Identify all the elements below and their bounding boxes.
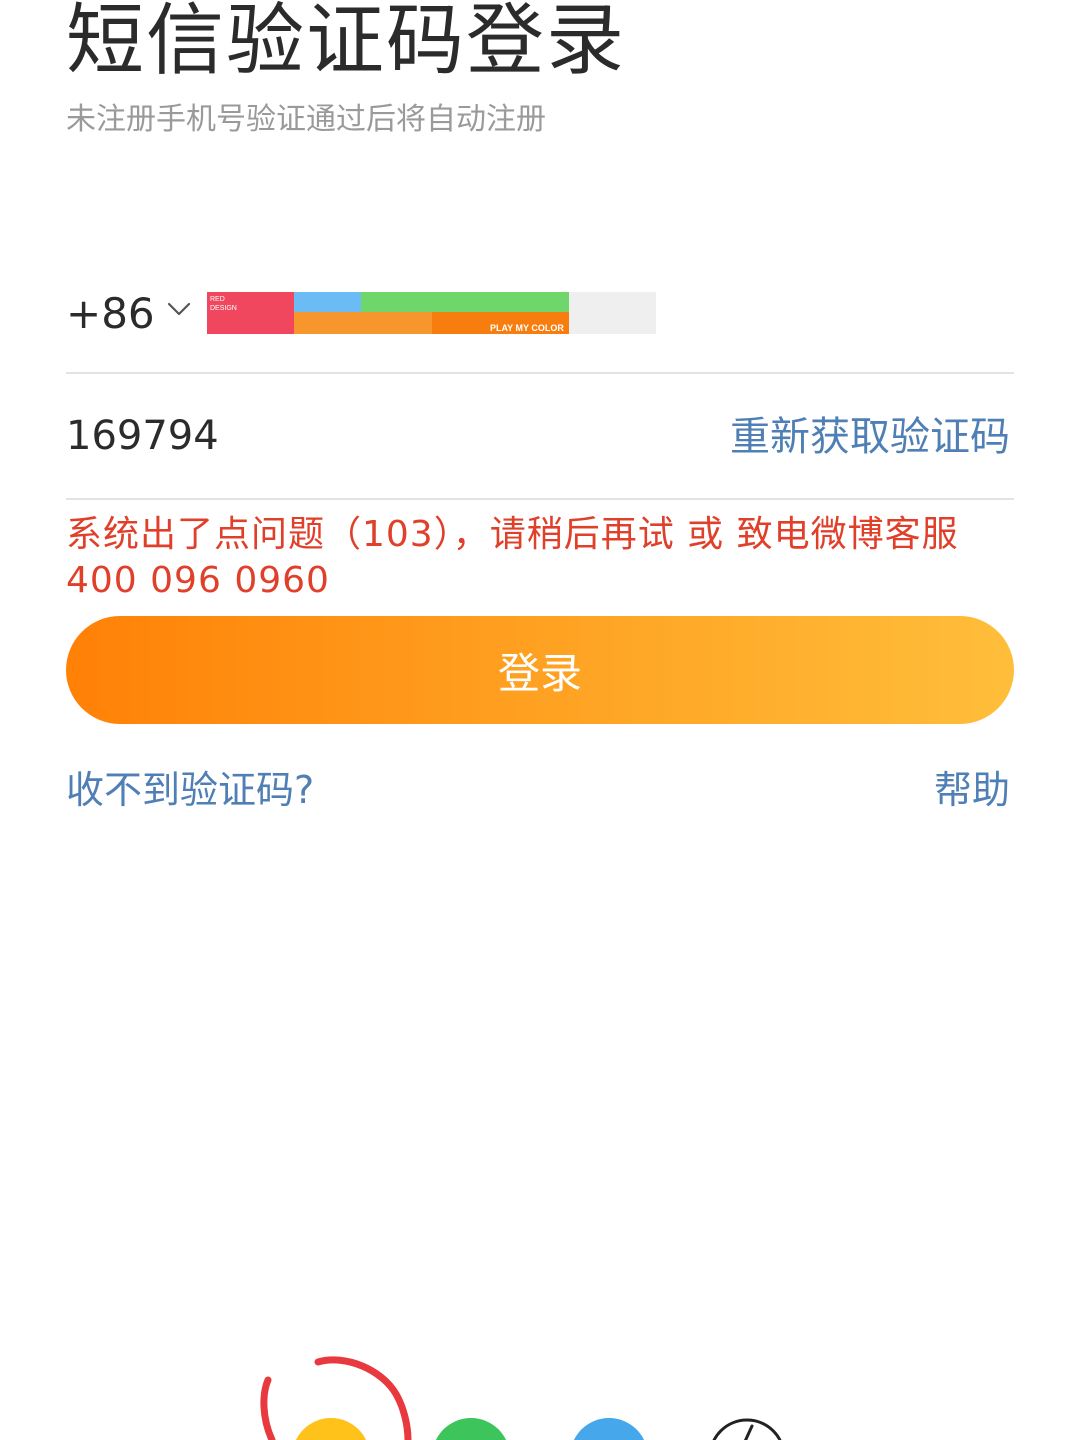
code-divider xyxy=(66,498,1014,500)
sso-blue-icon[interactable] xyxy=(570,1418,648,1440)
sso-yellow-icon[interactable] xyxy=(292,1418,370,1440)
help-links-row: 收不到验证码? 帮助 xyxy=(66,764,1014,820)
redacted-label-top: RED xyxy=(210,296,225,303)
sso-green-icon[interactable] xyxy=(432,1418,510,1440)
annotation-circle-icon xyxy=(260,1356,412,1440)
phone-number-row: +86 RED DESIGN PLAY MY COLOR xyxy=(66,280,1014,372)
redacted-label-bottom: DESIGN xyxy=(210,305,237,312)
help-link[interactable]: 帮助 xyxy=(934,764,1010,816)
verification-code-row: 重新获取验证码 xyxy=(66,400,1014,480)
redacted-phone-number[interactable]: RED DESIGN PLAY MY COLOR xyxy=(207,292,656,334)
country-code-value[interactable]: +86 xyxy=(66,286,155,342)
verification-code-input[interactable] xyxy=(66,408,486,464)
error-message: 系统出了点问题（103），请稍后再试 或 致电微博客服 400 096 0960 xyxy=(66,514,959,601)
page-title: 短信验证码登录 xyxy=(66,0,627,86)
no-code-link[interactable]: 收不到验证码? xyxy=(66,764,314,816)
sso-outline-icon[interactable] xyxy=(708,1418,786,1440)
sms-login-page: 短信验证码登录 未注册手机号验证通过后将自动注册 +86 RED DESIGN … xyxy=(0,0,1080,1440)
page-subtitle: 未注册手机号验证通过后将自动注册 xyxy=(66,102,546,137)
login-button[interactable]: 登录 xyxy=(66,616,1014,724)
chevron-down-icon[interactable] xyxy=(166,296,192,322)
resend-code-link[interactable]: 重新获取验证码 xyxy=(730,410,1010,464)
phone-divider xyxy=(66,372,1014,374)
redacted-caption: PLAY MY COLOR xyxy=(490,323,564,333)
third-party-login xyxy=(0,1340,1080,1440)
